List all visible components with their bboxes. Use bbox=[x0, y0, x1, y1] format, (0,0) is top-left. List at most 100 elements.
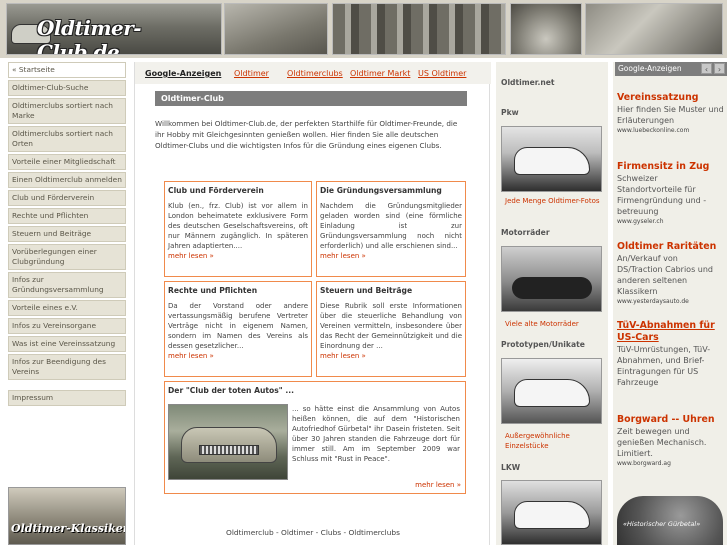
nav-vorteile-mitgliedschaft[interactable]: Vorteile einer Mitgliedschaft bbox=[8, 154, 126, 170]
nav-sortiert-orten[interactable]: Oldtimerclubs sortiert nach Orten bbox=[8, 126, 126, 152]
nav-club-anmelden[interactable]: Einen Oldtimerclub anmelden bbox=[8, 172, 126, 188]
nav-startseite[interactable]: « Startseite bbox=[8, 62, 126, 78]
box-gruendungsversammlung: Die Gründungsversammlung Nachdem die Grü… bbox=[316, 181, 466, 277]
box-title: Die Gründungsversammlung bbox=[320, 186, 442, 195]
ad-vereinssatzung: Vereinssatzung Hier finden Sie Muster un… bbox=[617, 92, 725, 135]
section-title-motorraeder: Motorräder bbox=[501, 228, 550, 237]
car-shape bbox=[514, 147, 590, 175]
box-text: Klub (en., frz. Club) ist vor allem in L… bbox=[168, 202, 308, 250]
ad-url[interactable]: www.luebeckonline.com bbox=[617, 126, 725, 135]
car-shape bbox=[514, 379, 590, 407]
logo-text: Oldtimer-Club.de bbox=[37, 16, 142, 55]
ad-title[interactable]: Borgward -- Uhren bbox=[617, 414, 725, 426]
section-title-lkw: LKW bbox=[501, 463, 521, 472]
header-photo-4 bbox=[585, 3, 723, 55]
nav-beendigung[interactable]: Infos zur Beendigung des Vereins bbox=[8, 354, 126, 380]
nav-vereinssatzung[interactable]: Was ist eine Vereinssatzung bbox=[8, 336, 126, 352]
section-title-pkw: Pkw bbox=[501, 108, 519, 117]
ad-title[interactable]: Vereinssatzung bbox=[617, 92, 725, 104]
nav-rechte-pflichten[interactable]: Rechte und Pflichten bbox=[8, 208, 126, 224]
box-rechte-pflichten: Rechte und Pflichten Da der Vorstand ode… bbox=[164, 281, 312, 377]
read-more-link[interactable]: mehr lesen » bbox=[320, 252, 366, 260]
ad-url[interactable]: www.yesterdaysauto.de bbox=[617, 297, 725, 306]
promo-banner[interactable]: Oldtimer-Klassiker.de bbox=[8, 487, 126, 545]
nav-vorteile-ev[interactable]: Vorteile eines e.V. bbox=[8, 300, 126, 316]
box-feature-autofriedhof: Der "Club der toten Autos" ... ... so hä… bbox=[164, 381, 466, 494]
ad-description: Schweizer Standortvorteile für Firmengrü… bbox=[617, 174, 707, 216]
footer-links: Oldtimerclub - Oldtimer - Clubs - Oldtim… bbox=[226, 528, 400, 537]
ad-borgward-uhren: Borgward -- Uhren Zeit bewegen und genie… bbox=[617, 414, 725, 468]
ad-url[interactable]: www.gyseler.ch bbox=[617, 217, 725, 226]
header-photo-3 bbox=[510, 3, 582, 55]
main-content: Google-Anzeigen Oldtimer Oldtimerclubs O… bbox=[134, 62, 491, 545]
site-logo[interactable]: Oldtimer-Club.de bbox=[6, 3, 222, 55]
ad-description: An/Verkauf von DS/Traction Cabrios und a… bbox=[617, 254, 714, 296]
google-ads-label[interactable]: Google-Anzeigen bbox=[145, 69, 221, 78]
link-pkw-fotos[interactable]: Jede Menge Oldtimer-Fotos bbox=[505, 196, 601, 206]
read-more-link[interactable]: mehr lesen » bbox=[320, 352, 366, 360]
intro-text: Willkommen bei Oldtimer-Club.de, der per… bbox=[155, 119, 458, 150]
motorcycle-shape bbox=[512, 277, 592, 299]
nav-club-foerderverein[interactable]: Club und Förderverein bbox=[8, 190, 126, 206]
nav-club-suche[interactable]: Oldtimer-Club-Suche bbox=[8, 80, 126, 96]
toplink-oldtimer-markt[interactable]: Oldtimer Markt bbox=[350, 69, 410, 78]
top-link-bar: Google-Anzeigen Oldtimer Oldtimerclubs O… bbox=[135, 62, 491, 84]
header-photo-1 bbox=[224, 3, 328, 55]
prototype-photo[interactable] bbox=[501, 358, 602, 424]
truck-shape bbox=[514, 501, 590, 529]
box-title: Der "Club der toten Autos" ... bbox=[168, 386, 295, 395]
nav-vereinsorgane[interactable]: Infos zu Vereinsorgane bbox=[8, 318, 126, 334]
page-title: Oldtimer-Club bbox=[155, 91, 467, 106]
left-navigation: « Startseite Oldtimer-Club-Suche Oldtime… bbox=[8, 62, 126, 408]
box-steuern-beitraege: Steuern und Beiträge Diese Rubrik soll e… bbox=[316, 281, 466, 377]
ads-prev-button[interactable]: ‹ bbox=[701, 63, 712, 74]
ads-next-button[interactable]: › bbox=[714, 63, 725, 74]
ad-title[interactable]: Oldtimer Raritäten bbox=[617, 241, 725, 253]
feature-text: ... so hätte einst die Ansammlung von Au… bbox=[292, 405, 460, 463]
toplink-oldtimer[interactable]: Oldtimer bbox=[234, 69, 269, 78]
promo-text: Oldtimer-Klassiker.de bbox=[11, 522, 126, 535]
nav-sortiert-marke[interactable]: Oldtimerclubs sortiert nach Marke bbox=[8, 98, 126, 124]
ad-title[interactable]: TüV-Abnahmen für US-Cars bbox=[617, 320, 725, 344]
oldtimer-net-column: Oldtimer.net Pkw Jede Menge Oldtimer-Fot… bbox=[496, 62, 608, 545]
ad-oldtimer-raritaeten: Oldtimer Raritäten An/Verkauf von DS/Tra… bbox=[617, 241, 725, 306]
box-title: Rechte und Pflichten bbox=[168, 286, 258, 295]
nav-gruendungsversammlung[interactable]: Infos zur Gründungsversammlung bbox=[8, 272, 126, 298]
car-grill bbox=[199, 445, 259, 455]
badge-text: «Historischer Gürbetal» bbox=[623, 520, 701, 528]
nav-vorueberlegungen[interactable]: Vorüberlegungen einer Clubgründung bbox=[8, 244, 126, 270]
column-header: Oldtimer.net bbox=[501, 78, 555, 87]
ads-label: Google-Anzeigen bbox=[618, 64, 682, 73]
toplink-us-oldtimer[interactable]: US Oldtimer bbox=[418, 69, 466, 78]
section-title-prototypen: Prototypen/Unikate bbox=[501, 340, 585, 349]
link-einzelstuecke[interactable]: Außergewöhnliche Einzelstücke bbox=[505, 431, 601, 451]
motorcycle-photo[interactable] bbox=[501, 246, 602, 312]
nav-steuern-beitraege[interactable]: Steuern und Beiträge bbox=[8, 226, 126, 242]
header-photo-2 bbox=[332, 3, 506, 55]
ad-url[interactable]: www.borgward.ag bbox=[617, 459, 725, 468]
box-title: Club und Förderverein bbox=[168, 186, 264, 195]
ad-description: Hier finden Sie Muster und Erläuterungen bbox=[617, 105, 724, 125]
link-motorraeder[interactable]: Viele alte Motorräder bbox=[505, 319, 601, 329]
toplink-oldtimerclubs[interactable]: Oldtimerclubs bbox=[287, 69, 343, 78]
ad-tuev-abnahmen: TüV-Abnahmen für US-Cars TüV-Umrüstungen… bbox=[617, 320, 725, 388]
box-text: Diese Rubrik soll erste Informationen üb… bbox=[320, 302, 462, 350]
google-ads-column: Google-Anzeigen ‹ › Vereinssatzung Hier … bbox=[613, 62, 727, 545]
box-text: Nachdem die Gründungsmitglieder geladen … bbox=[320, 202, 462, 250]
old-car-photo[interactable] bbox=[168, 404, 288, 480]
box-title: Steuern und Beiträge bbox=[320, 286, 413, 295]
read-more-link[interactable]: mehr lesen » bbox=[168, 352, 214, 360]
nav-impressum[interactable]: Impressum bbox=[8, 390, 126, 406]
ad-description: TüV-Umrüstungen, TüV-Abnahmen, und Brief… bbox=[617, 345, 711, 387]
read-more-link[interactable]: mehr lesen » bbox=[168, 252, 214, 260]
autofriedhof-badge[interactable]: «Historischer Gürbetal» bbox=[617, 496, 723, 545]
header-banner: Oldtimer-Club.de bbox=[0, 0, 727, 58]
box-club-foerderverein: Club und Förderverein Klub (en., frz. Cl… bbox=[164, 181, 312, 277]
ad-description: Zeit bewegen und genießen Mechanisch. Li… bbox=[617, 427, 707, 458]
lkw-photo[interactable] bbox=[501, 480, 602, 545]
ad-firmensitz: Firmensitz in Zug Schweizer Standortvort… bbox=[617, 161, 725, 226]
pkw-photo[interactable] bbox=[501, 126, 602, 192]
box-text: Da der Vorstand oder andere vertassungsm… bbox=[168, 302, 308, 350]
ad-title[interactable]: Firmensitz in Zug bbox=[617, 161, 725, 173]
read-more-link[interactable]: mehr lesen » bbox=[415, 481, 461, 489]
